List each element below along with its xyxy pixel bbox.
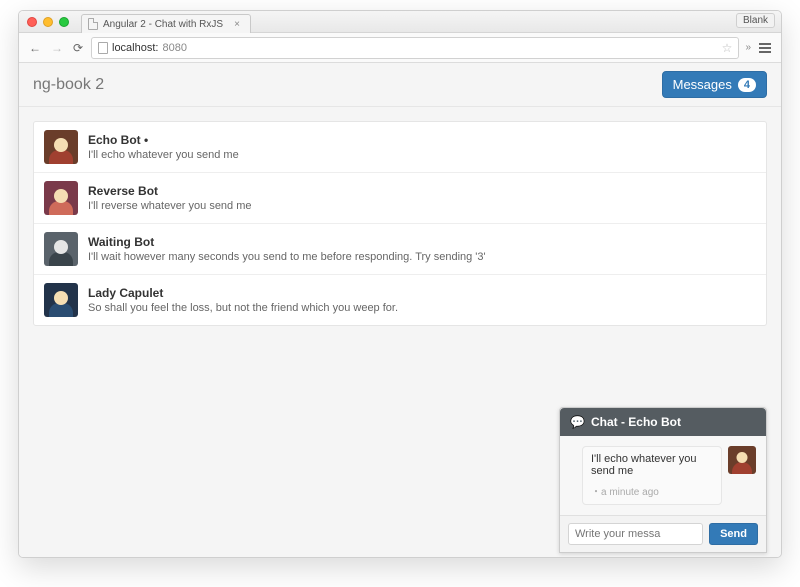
thread-info: Waiting Bot I'll wait however many second… [88,235,756,263]
thread-name: Lady Capulet [88,286,756,300]
window-titlebar: Angular 2 - Chat with RxJS × Blank [19,11,781,33]
thread-item[interactable]: Echo Bot • I'll echo whatever you send me [34,122,766,173]
chat-message-text: I'll echo whatever you send me [591,453,713,477]
thread-name: Reverse Bot [88,184,756,198]
thread-info: Lady Capulet So shall you feel the loss, … [88,286,756,314]
chat-messages: I'll echo whatever you send me ・a minute… [560,436,766,515]
site-icon [98,42,108,54]
back-button[interactable]: ← [27,41,43,55]
chat-header[interactable]: 💬 Chat - Echo Bot [560,408,766,436]
chat-message-row: I'll echo whatever you send me ・a minute… [570,446,756,505]
app-header: ng-book 2 Messages 4 [19,63,781,107]
blank-button[interactable]: Blank [736,13,775,28]
thread-avatar [44,130,78,164]
forward-button[interactable]: → [49,41,65,55]
chat-avatar [728,446,756,474]
close-tab-icon[interactable]: × [234,19,240,30]
thread-info: Echo Bot • I'll echo whatever you send me [88,133,756,161]
thread-avatar [44,283,78,317]
chat-input-area: Send [560,515,766,552]
overflow-icon[interactable]: » [745,42,751,53]
url-host: localhost: [112,42,158,54]
bookmark-icon[interactable]: ☆ [722,41,733,55]
messages-count-badge: 4 [738,78,756,92]
thread-name: Echo Bot • [88,133,756,147]
window-controls [27,17,69,27]
thread-item[interactable]: Waiting Bot I'll wait however many second… [34,224,766,275]
browser-window: Angular 2 - Chat with RxJS × Blank ← → ⟳… [18,10,782,558]
thread-message: I'll echo whatever you send me [88,149,756,161]
thread-list: Echo Bot • I'll echo whatever you send me… [33,121,767,326]
url-port: 8080 [162,42,186,54]
messages-button[interactable]: Messages 4 [662,71,767,98]
browser-tab[interactable]: Angular 2 - Chat with RxJS × [81,14,251,33]
chat-message-time: ・a minute ago [591,483,713,498]
thread-message: I'll wait however many seconds you send … [88,251,756,263]
menu-icon[interactable] [757,43,773,53]
chat-bubble: I'll echo whatever you send me ・a minute… [582,446,722,505]
messages-label: Messages [673,77,732,92]
chat-icon: 💬 [570,415,585,429]
thread-avatar [44,181,78,215]
browser-toolbar: ← → ⟳ localhost: 8080 ☆ » [19,33,781,63]
thread-item[interactable]: Reverse Bot I'll reverse whatever you sen… [34,173,766,224]
thread-avatar [44,232,78,266]
thread-name: Waiting Bot [88,235,756,249]
thread-message: I'll reverse whatever you send me [88,200,756,212]
tab-title: Angular 2 - Chat with RxJS [103,19,223,30]
address-bar[interactable]: localhost: 8080 ☆ [91,37,739,59]
reload-button[interactable]: ⟳ [71,41,85,55]
maximize-window-button[interactable] [59,17,69,27]
chat-window: 💬 Chat - Echo Bot I'll echo whatever you… [559,407,767,553]
chat-input[interactable] [568,523,703,545]
page-content: ng-book 2 Messages 4 Echo Bot • I'll echo… [19,63,781,557]
minimize-window-button[interactable] [43,17,53,27]
close-window-button[interactable] [27,17,37,27]
send-button[interactable]: Send [709,523,758,545]
thread-info: Reverse Bot I'll reverse whatever you sen… [88,184,756,212]
brand-title: ng-book 2 [33,76,104,94]
page-icon [88,18,98,30]
chat-title: Chat - Echo Bot [591,415,681,429]
thread-message: So shall you feel the loss, but not the … [88,302,756,314]
thread-item[interactable]: Lady Capulet So shall you feel the loss, … [34,275,766,325]
